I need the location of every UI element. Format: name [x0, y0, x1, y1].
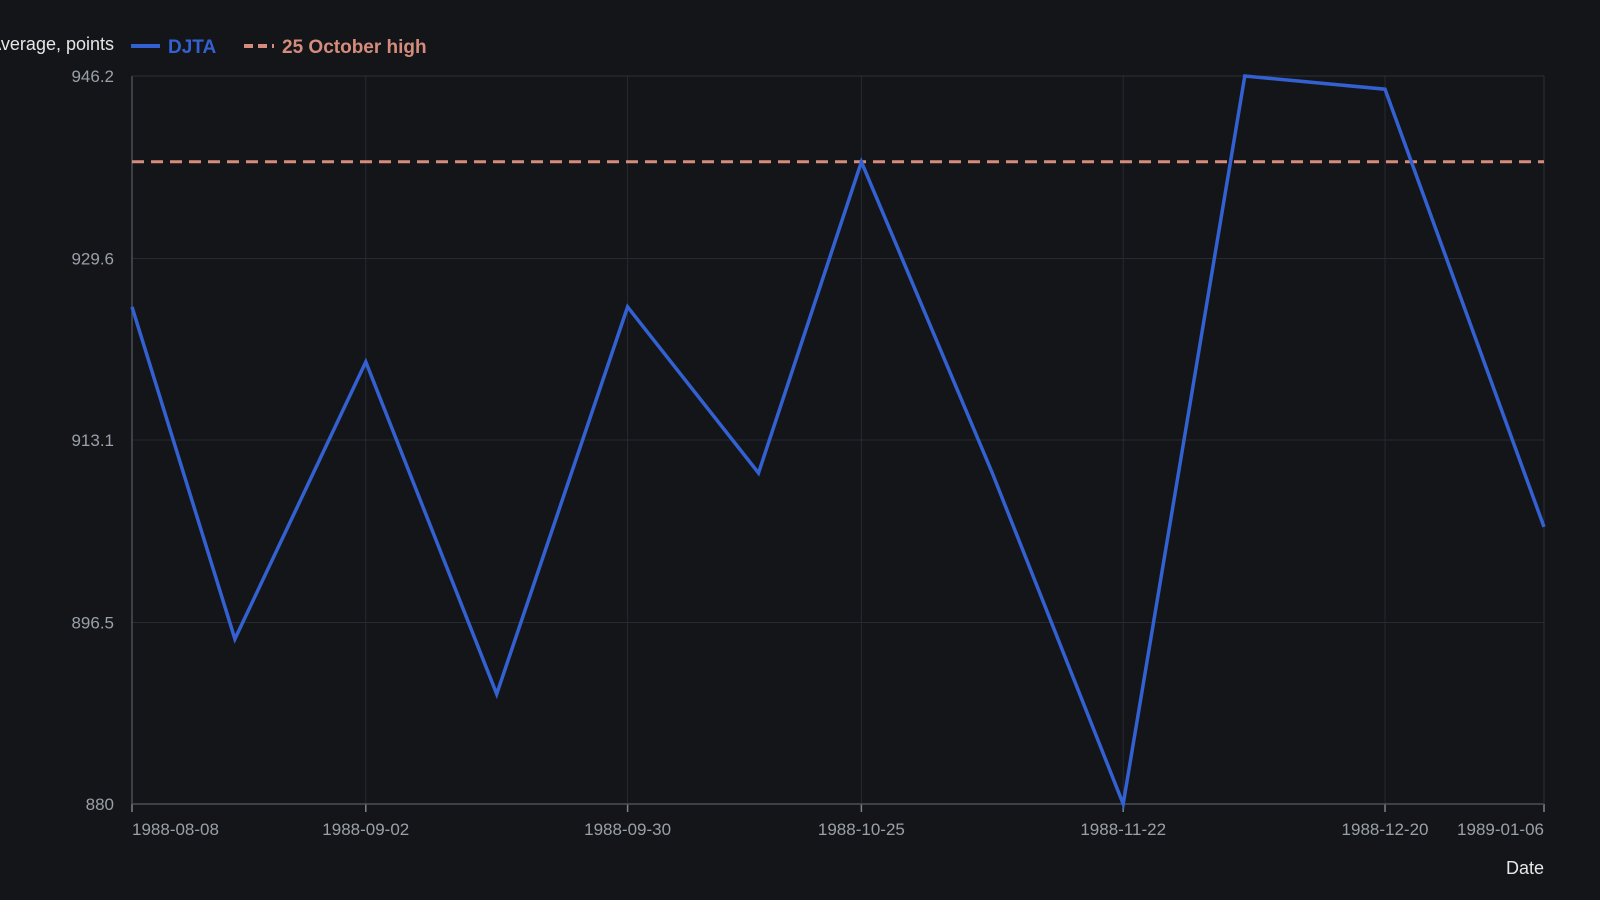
x-tick-label: 1988-10-25 — [818, 820, 905, 839]
axes — [131, 75, 1545, 812]
tick-labels: 880 896.5 913.1 929.6 946.2 1988-08-08 1988-09… — [71, 67, 1544, 839]
x-tick-label: 1989-01-06 — [1457, 820, 1544, 839]
x-tick-label: 1988-09-30 — [584, 820, 671, 839]
legend-label-october-high: 25 October high — [282, 37, 427, 58]
x-tick-label: 1988-12-20 — [1342, 820, 1429, 839]
y-axis-label: Dow Jones Transportation Average, points — [0, 34, 114, 54]
legend-label-djta: DJTA — [168, 37, 216, 58]
grid-lines — [131, 75, 1545, 805]
legend: Dow Jones Transportation Average, points… — [0, 34, 427, 58]
y-tick-label: 880 — [86, 795, 114, 814]
y-tick-label: 913.1 — [71, 431, 114, 450]
x-tick-label: 1988-08-08 — [132, 820, 219, 839]
line-chart: 880 896.5 913.1 929.6 946.2 1988-08-08 1988-09… — [0, 34, 1546, 878]
y-tick-label: 896.5 — [71, 614, 114, 633]
x-tick-label: 1988-11-22 — [1080, 820, 1166, 839]
x-axis-label: Date — [1506, 858, 1544, 878]
y-tick-label: 946.2 — [71, 67, 114, 86]
x-tick-label: 1988-09-02 — [322, 820, 409, 839]
y-tick-label: 929.6 — [71, 250, 114, 269]
